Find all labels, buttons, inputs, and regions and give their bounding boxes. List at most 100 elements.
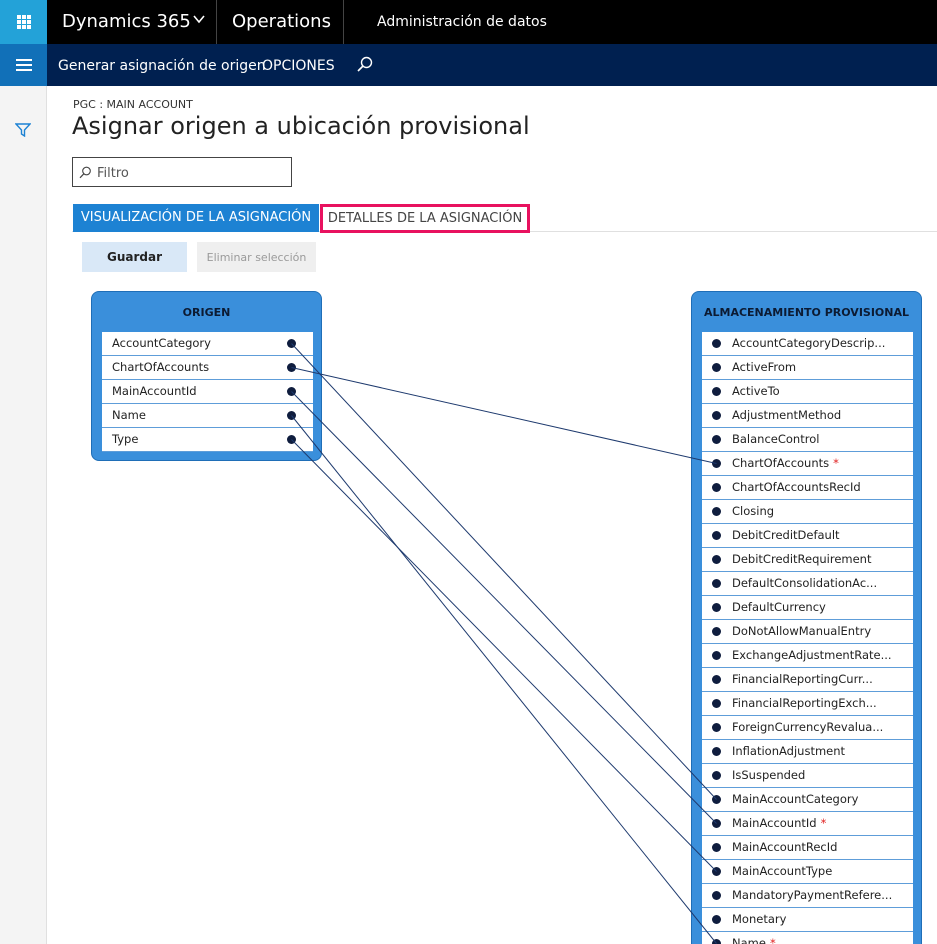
options-button[interactable]: OPCIONES [262, 44, 335, 86]
staging-connector-dot[interactable] [712, 435, 721, 444]
staging-field-label: ActiveFrom [732, 360, 797, 374]
staging-field-label: MainAccountId [732, 816, 817, 830]
staging-field[interactable]: DefaultCurrency [702, 596, 913, 620]
staging-field[interactable]: ExchangeAdjustmentRate... [702, 644, 913, 668]
staging-connector-dot[interactable] [712, 819, 721, 828]
staging-field[interactable]: ChartOfAccounts * [702, 452, 913, 476]
staging-field-label: ChartOfAccountsRecId [732, 480, 861, 494]
source-field[interactable]: AccountCategory [102, 332, 313, 356]
filter-input[interactable] [97, 162, 287, 184]
source-connector-dot[interactable] [287, 363, 296, 372]
staging-field[interactable]: Name * [702, 932, 913, 944]
save-button[interactable]: Guardar [82, 242, 187, 272]
staging-field[interactable]: ActiveFrom [702, 356, 913, 380]
staging-field[interactable]: FinancialReportingCurr... [702, 668, 913, 692]
staging-field[interactable]: AccountCategoryDescrip... [702, 332, 913, 356]
staging-connector-dot[interactable] [712, 531, 721, 540]
staging-field[interactable]: ChartOfAccountsRecId [702, 476, 913, 500]
tab-mapping-visualization[interactable]: VISUALIZACIÓN DE LA ASIGNACIÓN [73, 204, 319, 232]
generate-source-mapping-button[interactable]: Generar asignación de origen [58, 44, 266, 86]
staging-field[interactable]: BalanceControl [702, 428, 913, 452]
staging-connector-dot[interactable] [712, 627, 721, 636]
staging-connector-dot[interactable] [712, 483, 721, 492]
source-field[interactable]: Type [102, 428, 313, 452]
staging-connector-dot[interactable] [712, 747, 721, 756]
delete-selection-button[interactable]: Eliminar selección [197, 242, 316, 272]
mapping-connector-line[interactable] [291, 415, 717, 944]
staging-field[interactable]: DefaultConsolidationAc... [702, 572, 913, 596]
staging-field-label: ForeignCurrencyRevalua... [732, 720, 884, 734]
staging-field[interactable]: Closing [702, 500, 913, 524]
chevron-down-icon[interactable] [193, 13, 205, 25]
staging-field[interactable]: ForeignCurrencyRevalua... [702, 716, 913, 740]
waffle-icon [16, 15, 31, 29]
mapping-connector-line[interactable] [291, 391, 717, 824]
filter-icon[interactable] [15, 123, 31, 137]
staging-connector-dot[interactable] [712, 339, 721, 348]
staging-connector-dot[interactable] [712, 795, 721, 804]
staging-field[interactable]: DebitCreditRequirement [702, 548, 913, 572]
staging-field[interactable]: MainAccountRecId [702, 836, 913, 860]
staging-field[interactable]: MandatoryPaymentRefere... [702, 884, 913, 908]
staging-field[interactable]: DoNotAllowManualEntry [702, 620, 913, 644]
staging-field-label: MainAccountCategory [732, 792, 859, 806]
staging-connector-dot[interactable] [712, 915, 721, 924]
staging-connector-dot[interactable] [712, 723, 721, 732]
staging-connector-dot[interactable] [712, 651, 721, 660]
source-field[interactable]: ChartOfAccounts [102, 356, 313, 380]
mapping-connector-line[interactable] [291, 439, 717, 872]
mapping-connector-line[interactable] [291, 367, 717, 464]
staging-field-label: DoNotAllowManualEntry [732, 624, 872, 638]
source-field[interactable]: Name [102, 404, 313, 428]
staging-field[interactable]: MainAccountCategory [702, 788, 913, 812]
staging-connector-dot[interactable] [712, 603, 721, 612]
app-launcher-button[interactable] [0, 0, 47, 44]
required-indicator: * [833, 456, 839, 470]
required-indicator: * [820, 816, 827, 830]
source-field[interactable]: MainAccountId [102, 380, 313, 404]
staging-connector-dot[interactable] [712, 867, 721, 876]
staging-connector-dot[interactable] [712, 363, 721, 372]
staging-field-label: DebitCreditRequirement [732, 552, 872, 566]
source-connector-dot[interactable] [287, 435, 296, 444]
staging-connector-dot[interactable] [712, 891, 721, 900]
staging-connector-dot[interactable] [712, 675, 721, 684]
filter-field[interactable] [72, 157, 292, 187]
staging-field-label: DefaultConsolidationAc... [732, 576, 878, 590]
staging-connector-dot[interactable] [712, 699, 721, 708]
staging-connector-dot[interactable] [712, 459, 721, 468]
staging-field[interactable]: MainAccountId * [702, 812, 913, 836]
staging-field[interactable]: IsSuspended [702, 764, 913, 788]
area-name[interactable]: Administración de datos [377, 0, 547, 44]
source-connector-dot[interactable] [287, 387, 296, 396]
staging-connector-dot[interactable] [712, 579, 721, 588]
staging-field[interactable]: Monetary [702, 908, 913, 932]
search-icon[interactable] [355, 55, 375, 75]
staging-field[interactable]: AdjustmentMethod [702, 404, 913, 428]
staging-connector-dot[interactable] [712, 939, 721, 944]
staging-field-label: FinancialReportingExch... [732, 696, 877, 710]
staging-field-label: AdjustmentMethod [732, 408, 842, 422]
source-field-label: Name [112, 408, 146, 422]
staging-connector-dot[interactable] [712, 507, 721, 516]
staging-field[interactable]: ActiveTo [702, 380, 913, 404]
source-connector-dot[interactable] [287, 339, 296, 348]
staging-connector-dot[interactable] [712, 411, 721, 420]
mapping-connector-line[interactable] [291, 343, 717, 800]
action-bar: Generar asignación de origen OPCIONES [0, 44, 937, 86]
staging-connector-dot[interactable] [712, 387, 721, 396]
staging-connector-dot[interactable] [712, 771, 721, 780]
staging-field[interactable]: FinancialReportingExch... [702, 692, 913, 716]
navigation-menu-button[interactable] [0, 44, 47, 86]
tab-mapping-details[interactable]: DETALLES DE LA ASIGNACIÓN [320, 204, 530, 233]
staging-field-label: ExchangeAdjustmentRate... [732, 648, 892, 662]
brand-title[interactable]: Dynamics 365 [62, 0, 191, 44]
staging-connector-dot[interactable] [712, 843, 721, 852]
module-name[interactable]: Operations [232, 0, 331, 44]
staging-field[interactable]: InflationAdjustment [702, 740, 913, 764]
source-connector-dot[interactable] [287, 411, 296, 420]
staging-field-list: AccountCategoryDescrip... ActiveFrom Activ… [702, 332, 913, 944]
staging-connector-dot[interactable] [712, 555, 721, 564]
staging-field[interactable]: MainAccountType [702, 860, 913, 884]
staging-field[interactable]: DebitCreditDefault [702, 524, 913, 548]
